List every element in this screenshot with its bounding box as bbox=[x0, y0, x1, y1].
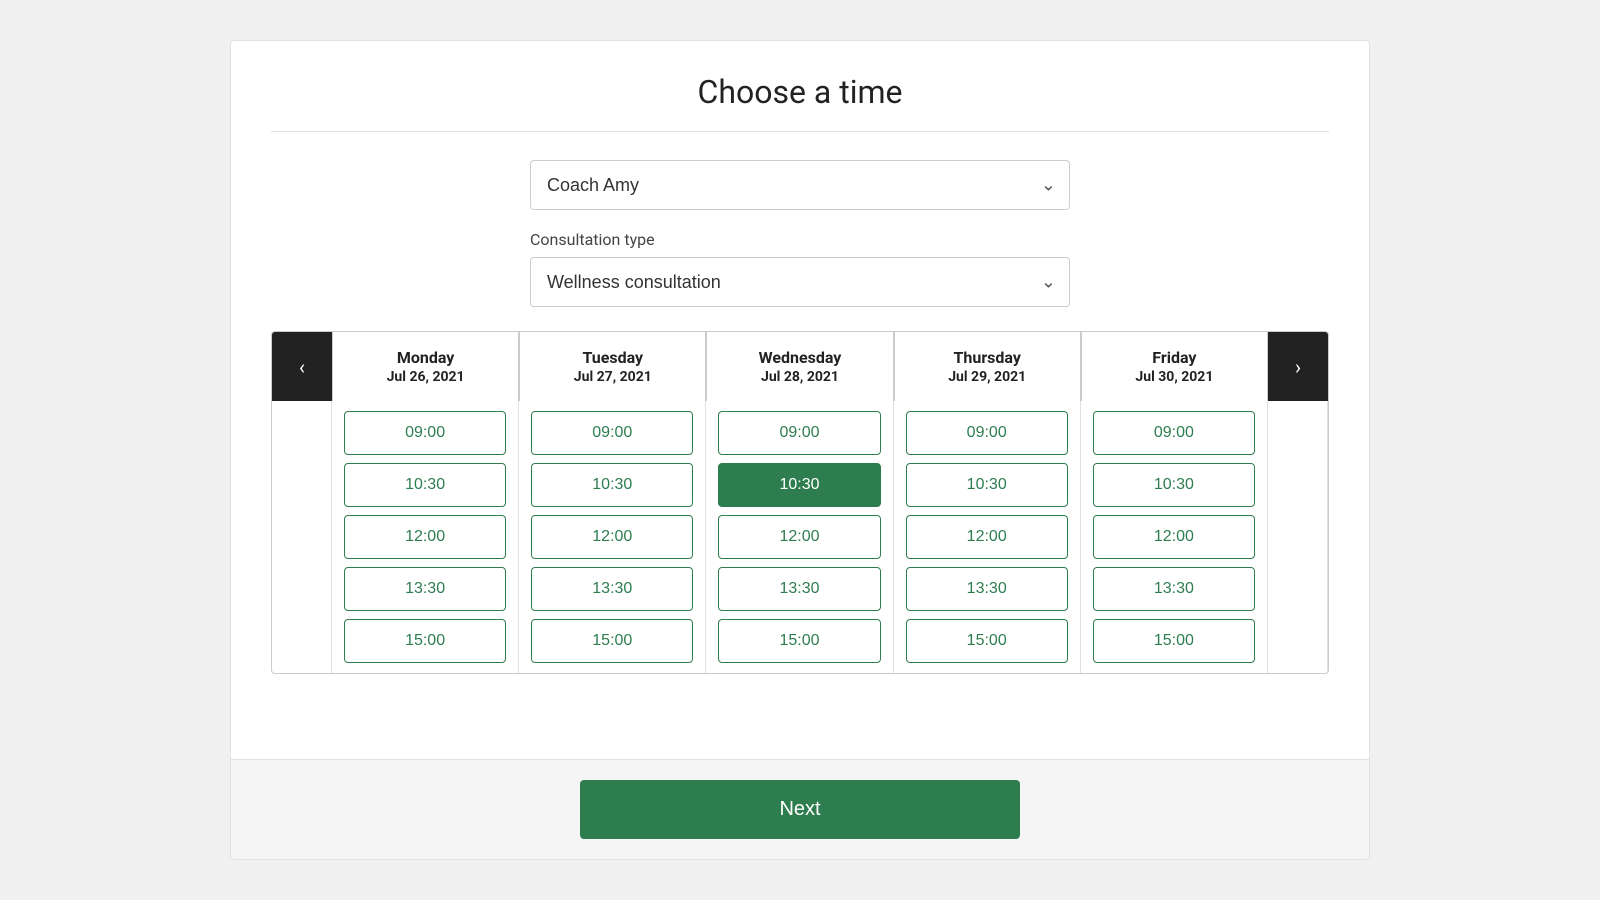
day-name-wednesday: Wednesday bbox=[759, 348, 842, 367]
time-slot-friday-0900[interactable]: 09:00 bbox=[1093, 411, 1255, 455]
time-slot-friday-1200[interactable]: 12:00 bbox=[1093, 515, 1255, 559]
day-date-wednesday: Jul 28, 2021 bbox=[761, 369, 839, 385]
day-name-thursday: Thursday bbox=[953, 348, 1020, 367]
time-slot-tuesday-1500[interactable]: 15:00 bbox=[531, 619, 693, 663]
time-slot-monday-1330[interactable]: 13:30 bbox=[344, 567, 506, 611]
time-slot-thursday-1500[interactable]: 15:00 bbox=[906, 619, 1068, 663]
time-slot-monday-1200[interactable]: 12:00 bbox=[344, 515, 506, 559]
consultation-type-label: Consultation type bbox=[530, 230, 1070, 249]
time-slot-tuesday-0900[interactable]: 09:00 bbox=[531, 411, 693, 455]
time-slot-thursday-0900[interactable]: 09:00 bbox=[906, 411, 1068, 455]
day-name-tuesday: Tuesday bbox=[582, 348, 643, 367]
time-slot-wednesday-1500[interactable]: 15:00 bbox=[718, 619, 880, 663]
coach-select[interactable]: Coach Amy Coach Bob Coach Sarah bbox=[530, 160, 1070, 210]
time-slot-wednesday-1330[interactable]: 13:30 bbox=[718, 567, 880, 611]
time-slot-friday-1500[interactable]: 15:00 bbox=[1093, 619, 1255, 663]
time-slot-thursday-1200[interactable]: 12:00 bbox=[906, 515, 1068, 559]
coach-select-wrapper: Coach Amy Coach Bob Coach Sarah ⌄ bbox=[530, 160, 1070, 210]
time-slot-monday-1030[interactable]: 10:30 bbox=[344, 463, 506, 507]
day-header-wednesday: Wednesday Jul 28, 2021 bbox=[706, 332, 893, 401]
time-slot-tuesday-1200[interactable]: 12:00 bbox=[531, 515, 693, 559]
time-slot-tuesday-1030[interactable]: 10:30 bbox=[531, 463, 693, 507]
time-slot-wednesday-0900[interactable]: 09:00 bbox=[718, 411, 880, 455]
time-slot-thursday-1330[interactable]: 13:30 bbox=[906, 567, 1068, 611]
page-title: Choose a time bbox=[271, 73, 1329, 111]
time-slot-monday-0900[interactable]: 09:00 bbox=[344, 411, 506, 455]
time-slot-wednesday-1030[interactable]: 10:30 bbox=[718, 463, 880, 507]
time-slot-tuesday-1330[interactable]: 13:30 bbox=[531, 567, 693, 611]
day-date-thursday: Jul 29, 2021 bbox=[948, 369, 1026, 385]
day-header-thursday: Thursday Jul 29, 2021 bbox=[894, 332, 1081, 401]
time-slot-thursday-1030[interactable]: 10:30 bbox=[906, 463, 1068, 507]
time-slot-friday-1030[interactable]: 10:30 bbox=[1093, 463, 1255, 507]
page-container: Choose a time Coach Amy Coach Bob Coach … bbox=[0, 0, 1600, 900]
day-column-wednesday: 09:00 10:30 12:00 13:30 15:00 bbox=[706, 401, 893, 673]
day-name-friday: Friday bbox=[1152, 348, 1196, 367]
day-date-tuesday: Jul 27, 2021 bbox=[574, 369, 652, 385]
consultation-select[interactable]: Wellness consultation Nutrition consulta… bbox=[530, 257, 1070, 307]
card-footer: Next bbox=[231, 759, 1369, 859]
day-column-thursday: 09:00 10:30 12:00 13:30 15:00 bbox=[894, 401, 1081, 673]
empty-left-col bbox=[272, 401, 332, 673]
calendar-body: 09:00 10:30 12:00 13:30 15:00 09:00 10:3… bbox=[272, 401, 1328, 673]
day-column-tuesday: 09:00 10:30 12:00 13:30 15:00 bbox=[519, 401, 706, 673]
consultation-select-wrapper: Wellness consultation Nutrition consulta… bbox=[530, 257, 1070, 307]
card-body: Choose a time Coach Amy Coach Bob Coach … bbox=[231, 41, 1369, 759]
day-column-friday: 09:00 10:30 12:00 13:30 15:00 bbox=[1081, 401, 1268, 673]
day-header-monday: Monday Jul 26, 2021 bbox=[332, 332, 519, 401]
time-slot-monday-1500[interactable]: 15:00 bbox=[344, 619, 506, 663]
divider bbox=[271, 131, 1329, 132]
calendar: ‹ Monday Jul 26, 2021 Tuesday Jul 27, 20… bbox=[271, 331, 1329, 674]
time-slot-wednesday-1200[interactable]: 12:00 bbox=[718, 515, 880, 559]
prev-week-button[interactable]: ‹ bbox=[272, 332, 332, 401]
day-date-monday: Jul 26, 2021 bbox=[387, 369, 465, 385]
day-header-friday: Friday Jul 30, 2021 bbox=[1081, 332, 1268, 401]
day-date-friday: Jul 30, 2021 bbox=[1135, 369, 1213, 385]
next-week-button[interactable]: › bbox=[1268, 332, 1328, 401]
calendar-header: ‹ Monday Jul 26, 2021 Tuesday Jul 27, 20… bbox=[272, 332, 1328, 401]
day-header-tuesday: Tuesday Jul 27, 2021 bbox=[519, 332, 706, 401]
time-slot-friday-1330[interactable]: 13:30 bbox=[1093, 567, 1255, 611]
day-name-monday: Monday bbox=[397, 348, 455, 367]
next-button[interactable]: Next bbox=[580, 780, 1020, 839]
empty-right-col bbox=[1268, 401, 1328, 673]
day-column-monday: 09:00 10:30 12:00 13:30 15:00 bbox=[332, 401, 519, 673]
main-card: Choose a time Coach Amy Coach Bob Coach … bbox=[230, 40, 1370, 860]
